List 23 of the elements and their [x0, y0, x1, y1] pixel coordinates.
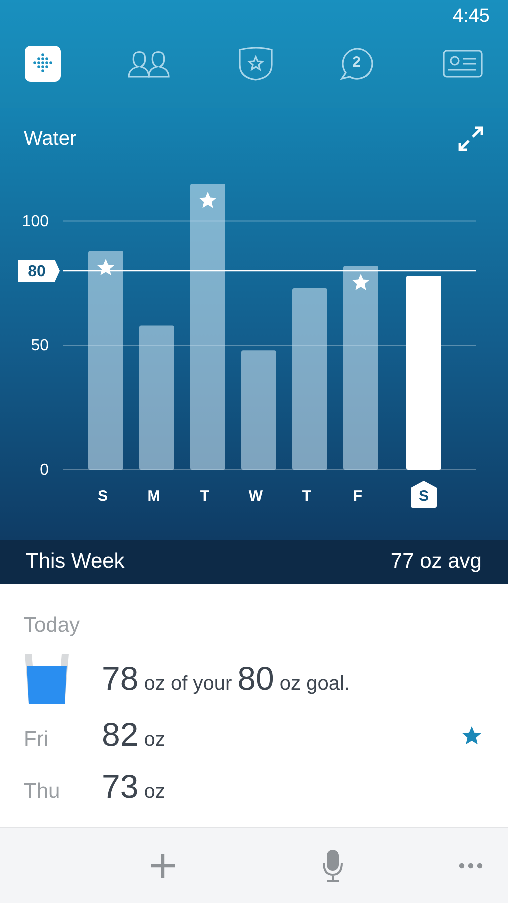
panel-title: Water — [24, 128, 77, 150]
axis-label: 0 — [40, 462, 49, 479]
message-count: 2 — [352, 53, 362, 73]
today-tag: S — [411, 481, 437, 508]
day-label: T — [302, 488, 312, 505]
x-tick-label: S — [418, 488, 430, 505]
day-label: S — [98, 488, 108, 505]
day-label: T — [200, 488, 210, 505]
day-amount: 82 oz — [102, 716, 166, 754]
summary-label: This Week — [26, 550, 125, 574]
day-label: M — [148, 488, 160, 505]
day-label: Thu — [24, 780, 62, 804]
status-time: 4:45 — [453, 6, 490, 29]
day-label: Fri — [24, 728, 50, 752]
today-summary: 78 oz of your 80 oz goal. — [102, 660, 350, 698]
summary-value: 77 oz avg — [390, 550, 482, 574]
section-label: Today — [24, 614, 82, 638]
axis-label: 100 — [22, 213, 49, 230]
day-label: F — [353, 488, 363, 505]
day-amount: 73 oz — [102, 768, 166, 806]
axis-label: 50 — [31, 338, 49, 355]
day-label: W — [248, 488, 264, 505]
ref-line-label: 80 — [28, 264, 46, 281]
